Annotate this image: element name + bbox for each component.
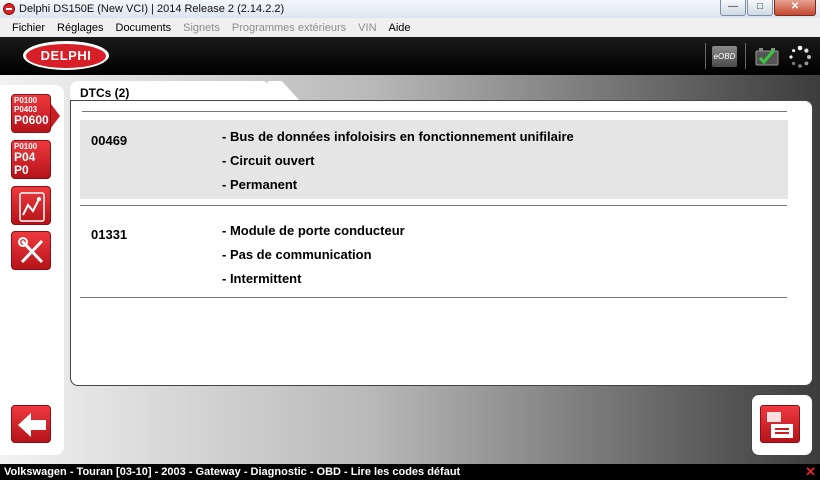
read-codes-icon: P0100 P0403 P0600	[14, 96, 49, 127]
dtc-line: - Pas de communication	[222, 247, 372, 262]
code-line: P0600	[14, 113, 49, 127]
tab-label: DTCs (2)	[80, 86, 130, 100]
divider	[82, 111, 787, 112]
app-header: DELPHI eOBD	[0, 37, 820, 75]
dtc-code: 00469	[91, 133, 128, 148]
menu-signets[interactable]: Signets	[177, 22, 226, 34]
table-row[interactable]: 01331 - Module de porte conducteur - Pas…	[80, 214, 788, 293]
menu-documents[interactable]: Documents	[110, 22, 178, 34]
delphi-logo: DELPHI	[23, 41, 109, 70]
title-bar: Delphi DS150E (New VCI) | 2014 Release 2…	[0, 0, 820, 18]
menu-fichier[interactable]: Fichier	[6, 22, 51, 34]
menu-bar: Fichier Réglages Documents Signets Progr…	[0, 18, 820, 37]
window-controls: — □ ✕	[720, 0, 816, 16]
read-codes-button[interactable]: P0100 P0403 P0600	[11, 94, 51, 133]
table-row[interactable]: 00469 - Bus de données infoloisirs en fo…	[80, 120, 788, 199]
logo-text: DELPHI	[26, 43, 106, 68]
back-button[interactable]	[11, 405, 51, 443]
report-button[interactable]	[760, 405, 800, 443]
dtc-code: 01331	[91, 227, 128, 242]
divider	[80, 205, 787, 206]
active-indicator	[51, 104, 60, 128]
minimize-button[interactable]: —	[720, 0, 746, 16]
live-data-icon	[19, 192, 45, 222]
clear-codes-icon: P0100 P04 P0	[14, 142, 37, 177]
maximize-button[interactable]: □	[747, 0, 773, 16]
clear-codes-button[interactable]: P0100 P04 P0	[11, 140, 51, 179]
back-arrow-icon	[18, 413, 46, 437]
divider	[80, 297, 787, 298]
report-button-frame	[751, 394, 813, 456]
code-line: P0100	[14, 96, 38, 105]
close-button[interactable]: ✕	[774, 0, 816, 16]
menu-reglages[interactable]: Réglages	[51, 22, 109, 34]
tools-icon	[18, 237, 44, 264]
dtc-line: - Circuit ouvert	[222, 153, 315, 168]
battery-check-icon[interactable]	[754, 45, 780, 67]
dtc-description: - Module de porte conducteur - Pas de co…	[222, 219, 405, 291]
dtc-line: - Permanent	[222, 177, 298, 192]
loading-spinner-icon	[789, 45, 811, 68]
dtc-description: - Bus de données infoloisirs en fonction…	[222, 125, 574, 197]
status-bar: Volkswagen - Touran [03-10] - 2003 - Gat…	[0, 464, 820, 480]
dtc-line: - Module de porte conducteur	[222, 223, 405, 238]
header-divider	[705, 43, 706, 69]
live-data-button[interactable]	[11, 186, 51, 225]
window-title: Delphi DS150E (New VCI) | 2014 Release 2…	[19, 3, 285, 15]
menu-vin[interactable]: VIN	[352, 22, 382, 34]
code-line: P0	[14, 163, 29, 177]
menu-programmes-exterieurs[interactable]: Programmes extérieurs	[226, 22, 352, 34]
dtc-line: - Intermittent	[222, 271, 302, 286]
menu-aide[interactable]: Aide	[383, 22, 417, 34]
tools-button[interactable]	[11, 231, 51, 270]
status-text: Volkswagen - Touran [03-10] - 2003 - Gat…	[4, 466, 461, 478]
close-icon[interactable]: ✕	[805, 464, 816, 480]
dtc-line: - Bus de données infoloisirs en fonction…	[222, 129, 574, 144]
app-icon	[3, 3, 15, 15]
print-report-icon	[767, 412, 793, 438]
eobd-icon[interactable]: eOBD	[712, 46, 737, 67]
header-divider	[745, 43, 746, 69]
